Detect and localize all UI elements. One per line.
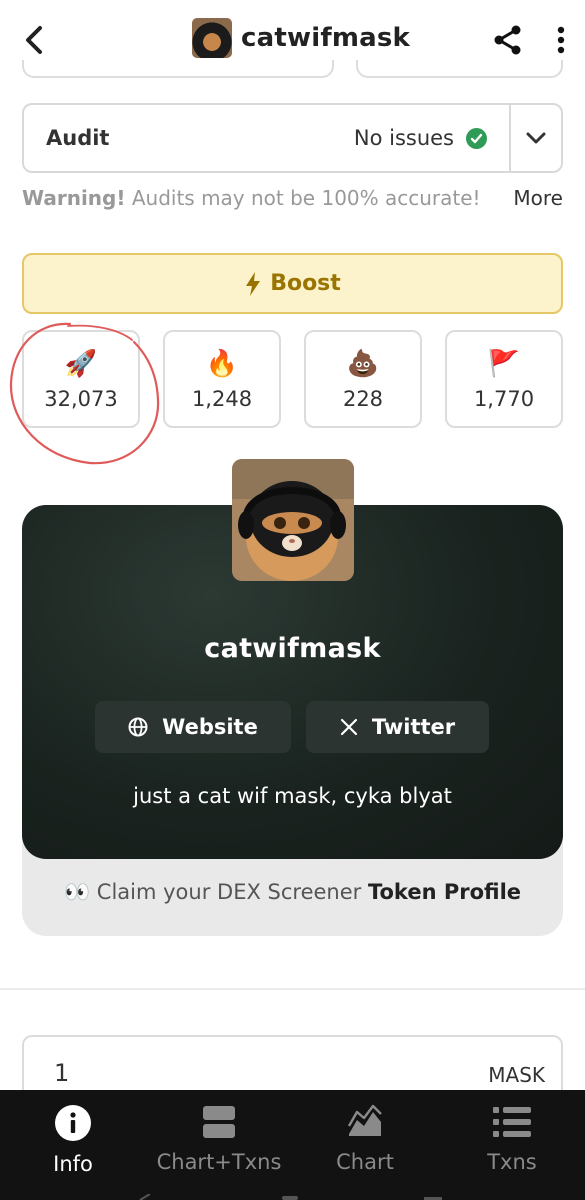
nav-label: Chart+Txns — [156, 1150, 282, 1174]
bottom-nav: Info Chart+Txns Chart Txns — [0, 1090, 585, 1200]
chart-txns-icon — [203, 1106, 235, 1138]
nav-chart[interactable]: Chart — [292, 1104, 438, 1174]
audit-status-text: No issues — [353, 126, 454, 150]
partial-card — [22, 60, 334, 78]
nav-label: Chart — [336, 1150, 394, 1174]
nav-label: Info — [53, 1152, 93, 1176]
reaction-count: 1,248 — [191, 387, 253, 411]
more-vertical-icon — [557, 26, 565, 54]
token-description: just a cat wif mask, cyka blyat — [133, 784, 452, 808]
twitter-label: Twitter — [371, 715, 456, 739]
nav-chart-txns[interactable]: Chart+Txns — [146, 1104, 292, 1174]
divider — [0, 988, 585, 990]
amount-unit: MASK — [488, 1063, 545, 1087]
amount-value: 1 — [54, 1059, 70, 1087]
rocket-icon: 🚀 — [64, 349, 98, 379]
globe-icon — [128, 717, 148, 737]
share-button[interactable] — [488, 20, 528, 60]
reaction-poop-button[interactable]: 💩 228 — [304, 330, 422, 428]
lightning-icon — [246, 271, 261, 296]
area-chart-icon — [347, 1104, 382, 1136]
info-icon — [55, 1105, 91, 1141]
audit-status: No issues — [354, 126, 487, 150]
token-avatar-large — [232, 459, 354, 581]
audit-warning: Warning! Audits may not be 100% accurate… — [22, 186, 563, 210]
audit-summary: Audit No issues — [24, 105, 509, 171]
warning-text: Audits may not be 100% accurate! — [131, 186, 481, 210]
boost-button[interactable]: Boost — [22, 253, 563, 314]
nav-txns[interactable]: Txns — [439, 1104, 585, 1174]
system-nav-hint — [139, 1194, 442, 1200]
list-icon — [493, 1107, 531, 1137]
reaction-fire-button[interactable]: 🔥 1,248 — [163, 330, 281, 428]
chevron-left-icon — [26, 26, 42, 54]
poop-icon: 💩 — [346, 349, 380, 379]
fire-icon: 🔥 — [205, 349, 239, 379]
token-name: catwifmask — [204, 633, 381, 664]
nav-info[interactable]: Info — [0, 1104, 146, 1176]
x-logo-icon — [340, 718, 357, 736]
share-icon — [494, 25, 521, 55]
audit-panel[interactable]: Audit No issues — [22, 103, 563, 173]
page-title: catwifmask — [241, 23, 411, 53]
reaction-count: 32,073 — [44, 387, 118, 411]
claim-text: 👀 Claim your DEX Screener — [63, 880, 362, 904]
reaction-count: 228 — [342, 387, 384, 411]
partial-card — [356, 60, 563, 78]
check-circle-icon — [466, 127, 487, 149]
audit-expand-button[interactable] — [509, 105, 561, 171]
boost-label: Boost — [270, 271, 341, 296]
reaction-rocket-button[interactable]: 🚀 32,073 — [22, 330, 140, 428]
more-button[interactable] — [546, 20, 576, 60]
back-button[interactable] — [14, 20, 54, 60]
header-token: catwifmask — [192, 18, 410, 58]
warning-more-link[interactable]: More — [513, 186, 563, 210]
chevron-down-icon — [526, 132, 546, 144]
reaction-count: 1,770 — [473, 387, 535, 411]
warning-label: Warning! — [22, 186, 126, 210]
claim-bold: Token Profile — [367, 880, 522, 904]
flag-icon: 🚩 — [487, 349, 521, 379]
nav-label: Txns — [487, 1150, 537, 1174]
token-avatar — [192, 18, 232, 58]
reaction-flag-button[interactable]: 🚩 1,770 — [445, 330, 563, 428]
website-button[interactable]: Website — [95, 701, 291, 753]
twitter-button[interactable]: Twitter — [306, 701, 489, 753]
claim-profile-link[interactable]: 👀 Claim your DEX Screener Token Profile — [22, 880, 563, 905]
website-label: Website — [162, 715, 258, 739]
audit-label: Audit — [46, 126, 110, 150]
